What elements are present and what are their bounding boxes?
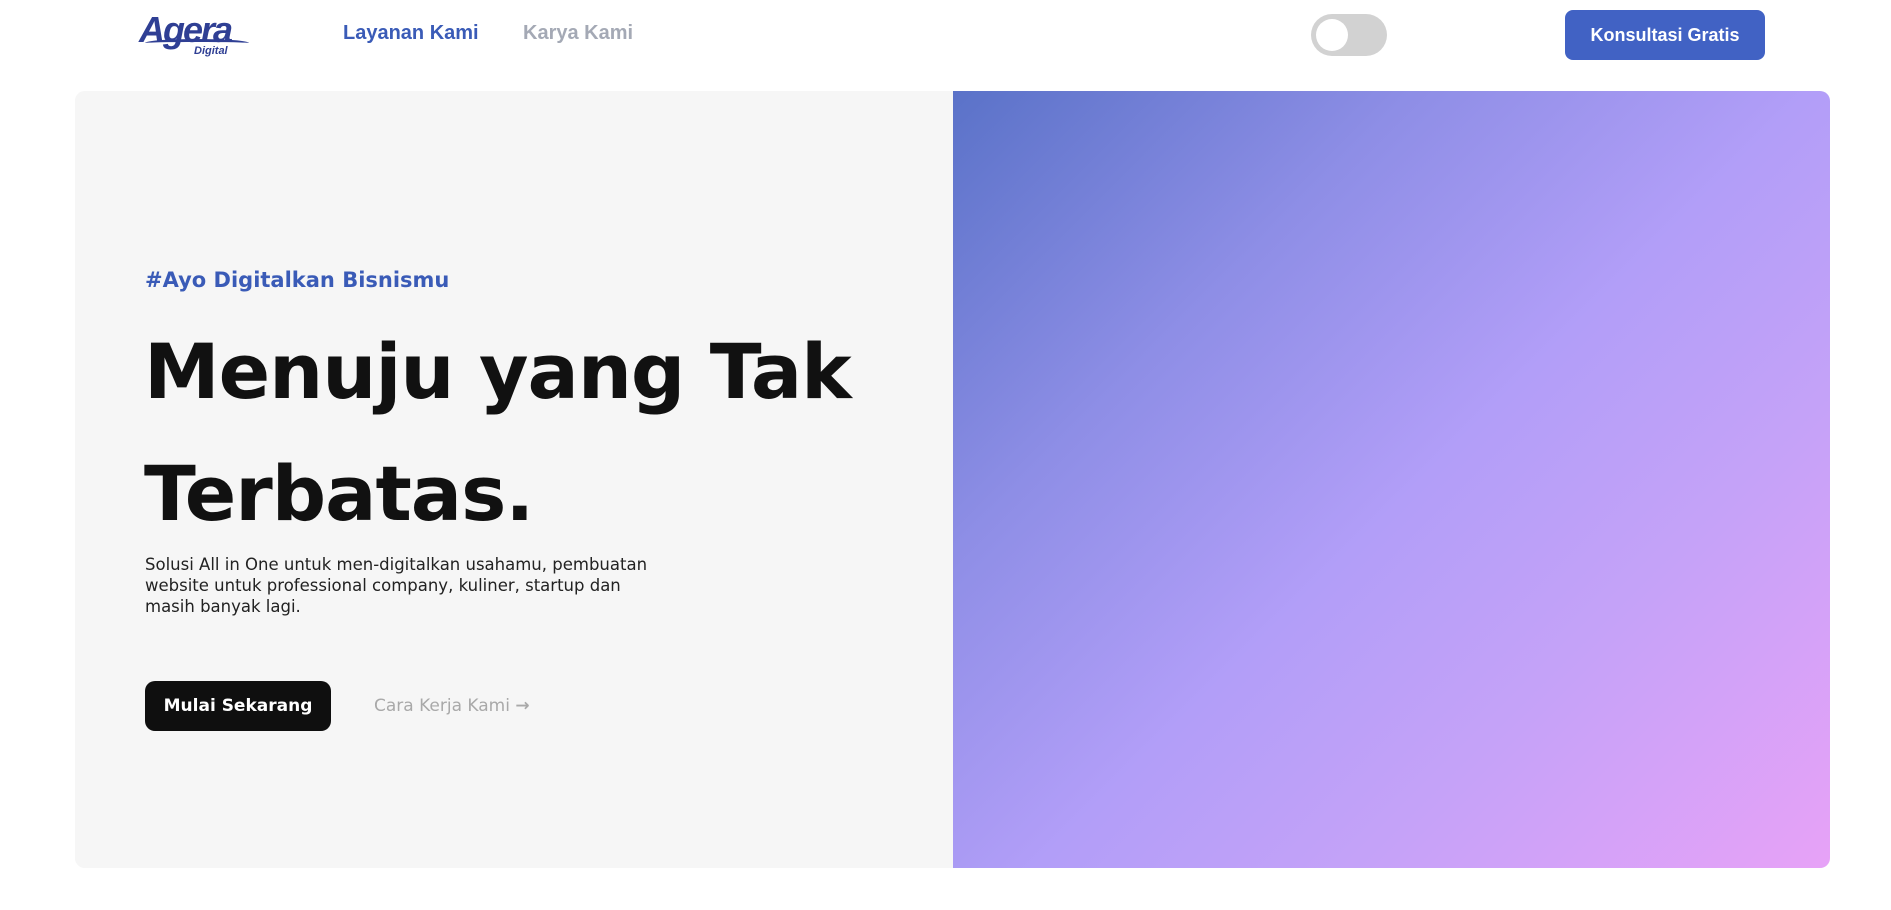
headline-line-1: Menuju yang Tak (144, 327, 852, 416)
nav-layanan-kami[interactable]: Layanan Kami (343, 22, 479, 45)
headline-line-2: Terbatas. (144, 449, 534, 538)
cara-kerja-kami-link[interactable]: Cara Kerja Kami → (374, 696, 530, 716)
hero-section: #Ayo Digitalkan Bisnismu Menuju yang Tak… (75, 91, 1830, 868)
hero-tagline: #Ayo Digitalkan Bisnismu (145, 268, 450, 292)
hero-description: Solusi All in One untuk men-digitalkan u… (145, 555, 648, 616)
hero-headline: Menuju yang Tak Terbatas. (144, 311, 904, 555)
logo-subtext: Digital (194, 45, 228, 57)
agera-digital-logo[interactable]: Agera Digital (139, 12, 259, 58)
nav-karya-kami[interactable]: Karya Kami (523, 22, 633, 45)
hero-content-panel: #Ayo Digitalkan Bisnismu Menuju yang Tak… (75, 91, 953, 868)
site-header: Agera Digital Layanan Kami Karya Kami Ko… (0, 0, 1891, 90)
konsultasi-gratis-button[interactable]: Konsultasi Gratis (1565, 10, 1765, 60)
toggle-knob (1316, 19, 1348, 51)
mulai-sekarang-button[interactable]: Mulai Sekarang (145, 681, 331, 731)
secondary-link-label: Cara Kerja Kami (374, 696, 510, 716)
arrow-right-icon: → (515, 696, 530, 716)
theme-toggle[interactable] (1311, 14, 1387, 56)
hero-gradient-panel (953, 91, 1830, 868)
